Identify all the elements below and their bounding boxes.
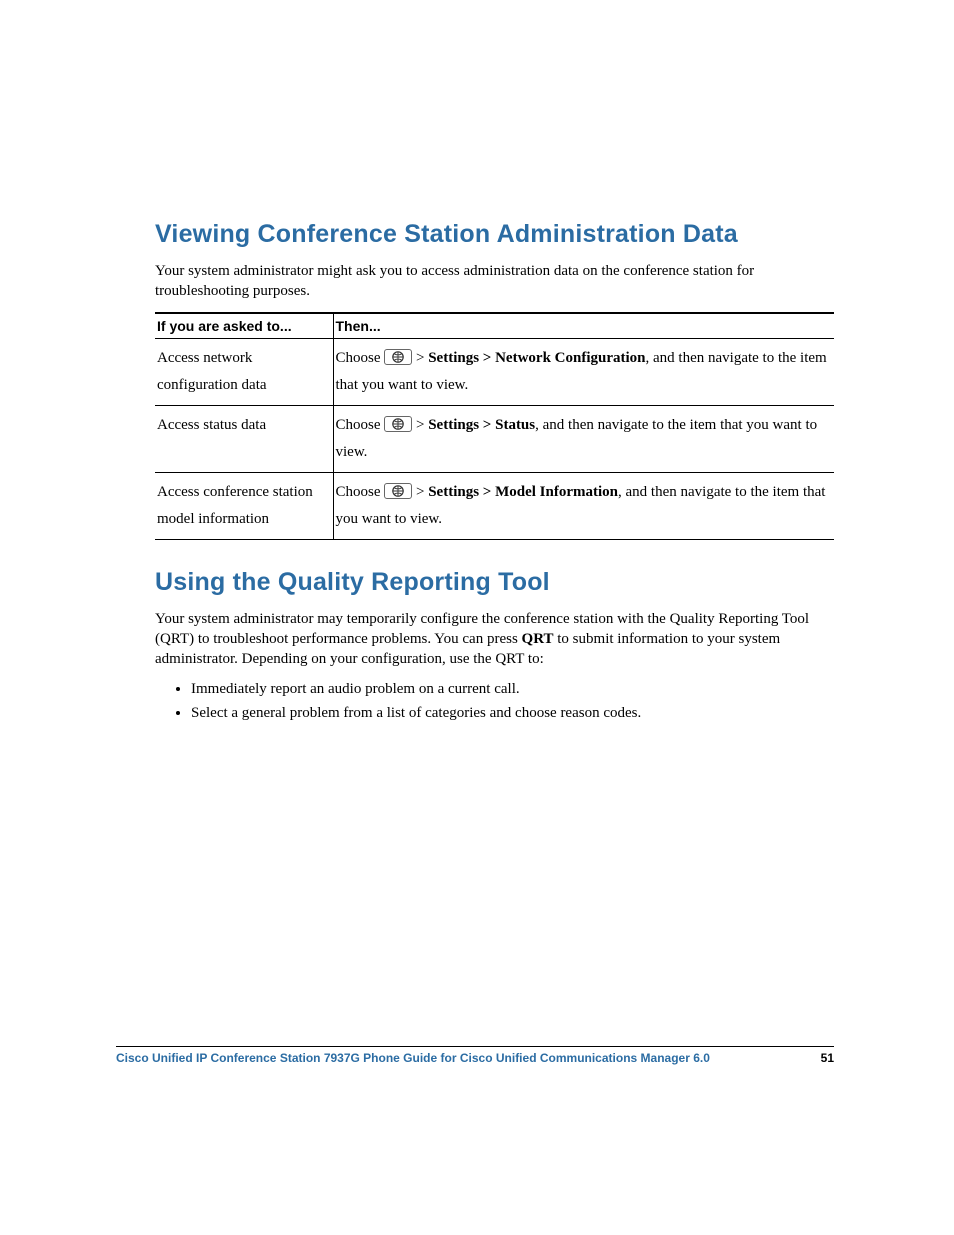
menu-path: Settings > Status (428, 417, 535, 433)
row-label: Access status data (155, 405, 333, 472)
row-instruction: Choose > Settings > Network Configuratio… (333, 338, 834, 405)
table-row: Access network configuration data Choose… (155, 338, 834, 405)
applications-button-icon (384, 349, 412, 365)
separator-text: > (412, 350, 428, 366)
table-header-if: If you are asked to... (155, 313, 333, 339)
menu-path: Settings > Model Information (428, 484, 618, 500)
menu-path: Settings > Network Configuration (428, 350, 645, 366)
table-row: Access status data Choose > Settings > S… (155, 405, 834, 472)
row-label: Access network configuration data (155, 338, 333, 405)
applications-button-icon (384, 416, 412, 432)
list-item: Select a general problem from a list of … (191, 703, 834, 725)
page-number: 51 (821, 1051, 834, 1065)
choose-text: Choose (336, 484, 385, 500)
table-row: Access conference station model informat… (155, 472, 834, 539)
row-label: Access conference station model informat… (155, 472, 333, 539)
footer-title: Cisco Unified IP Conference Station 7937… (116, 1051, 710, 1065)
separator-text: > (412, 484, 428, 500)
row-instruction: Choose > Settings > Status, and then nav… (333, 405, 834, 472)
heading-admin-data: Viewing Conference Station Administratio… (155, 220, 834, 249)
row-instruction: Choose > Settings > Model Information, a… (333, 472, 834, 539)
intro-qrt: Your system administrator may temporaril… (155, 609, 834, 670)
qrt-bullets: Immediately report an audio problem on a… (155, 679, 834, 725)
separator-text: > (412, 417, 428, 433)
choose-text: Choose (336, 350, 385, 366)
list-item: Immediately report an audio problem on a… (191, 679, 834, 701)
intro-admin-data: Your system administrator might ask you … (155, 261, 834, 302)
qrt-key: QRT (522, 631, 554, 647)
heading-qrt: Using the Quality Reporting Tool (155, 568, 834, 597)
applications-button-icon (384, 483, 412, 499)
table-header-then: Then... (333, 313, 834, 339)
page-footer: Cisco Unified IP Conference Station 7937… (116, 1046, 834, 1065)
choose-text: Choose (336, 417, 385, 433)
admin-data-table: If you are asked to... Then... Access ne… (155, 312, 834, 540)
